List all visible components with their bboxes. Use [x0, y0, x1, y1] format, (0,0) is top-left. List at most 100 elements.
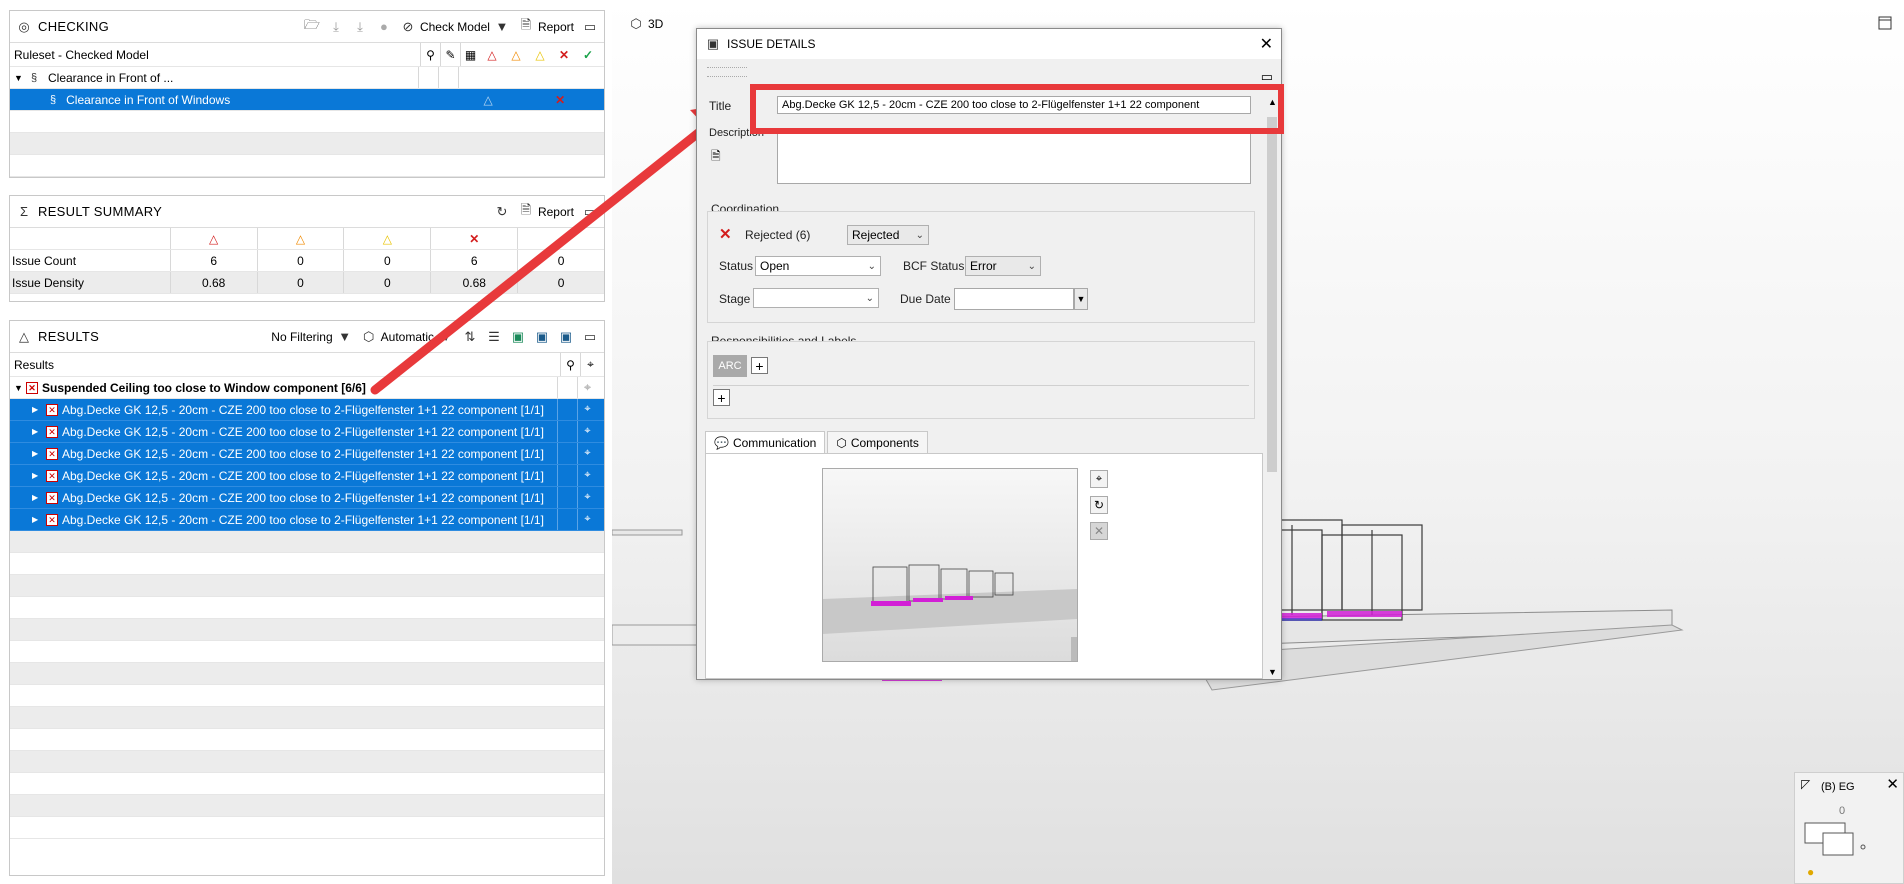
check-model-button[interactable]: ⊘ Check Model ▼ — [400, 19, 510, 35]
description-doc-icon[interactable]: 🗎 — [711, 147, 721, 168]
refresh-icon[interactable]: ↻ — [1090, 496, 1108, 514]
3d-tab[interactable]: ⬡ 3D — [628, 16, 663, 32]
result-item-row[interactable]: ▶ ✕ Abg.Decke GK 12,5 - 20cm - CZE 200 too… — [10, 443, 604, 465]
approved-check-icon[interactable]: ✓ — [576, 48, 600, 62]
viewpoint-icon[interactable]: ⌖ — [577, 465, 597, 486]
issue-icon: ▣ — [706, 36, 720, 51]
result-item-row[interactable]: ▶ ✕ Abg.Decke GK 12,5 - 20cm - CZE 200 too… — [10, 487, 604, 509]
major-triangle-icon[interactable]: △ — [504, 48, 528, 62]
description-textarea[interactable] — [777, 132, 1251, 184]
clipboard-icon[interactable]: ▣ — [510, 329, 526, 345]
expand-arrow-icon[interactable]: ▶ — [32, 405, 46, 414]
result-summary-panel: Σ RESULT SUMMARY ↻ 🗎 Report ▭ △ △ △ ✕ ✓ … — [9, 195, 605, 302]
result-item-row[interactable]: ▶ ✕ Abg.Decke GK 12,5 - 20cm - CZE 200 too… — [10, 509, 604, 531]
wrench-icon[interactable]: ✎ — [440, 43, 460, 66]
filter-dropdown[interactable]: No Filtering ▼ — [271, 329, 352, 345]
viewpoint-icon[interactable]: ⌖ — [577, 399, 597, 420]
results-group-row[interactable]: ▼ ✕ Suspended Ceiling too close to Windo… — [10, 377, 604, 399]
collapse-arrow-icon[interactable]: ▼ — [14, 73, 26, 83]
dropdown-arrow-icon[interactable]: ▼ — [494, 19, 510, 35]
scroll-down-icon[interactable]: ▼ — [1268, 667, 1277, 677]
critical-triangle-icon[interactable]: △ — [480, 48, 504, 62]
responsibilities-group — [707, 341, 1255, 419]
viewpoint-icon[interactable]: ⌖ — [577, 421, 597, 442]
tab-components[interactable]: ⬡ Components — [827, 431, 928, 453]
tab-communication[interactable]: 💬 Communication — [705, 431, 826, 453]
add-responsibility-icon[interactable]: + — [751, 357, 768, 374]
issue-count-row: Issue Count 6 0 0 6 0 — [10, 250, 604, 272]
delete-icon[interactable]: ✕ — [1090, 522, 1108, 540]
download-icon[interactable]: ⤓ — [328, 19, 344, 35]
clipboard-third-icon[interactable]: ▣ — [558, 329, 574, 345]
dialog-scrollbar[interactable]: ▲ ▼ — [1265, 95, 1279, 679]
expand-arrow-icon[interactable]: ▶ — [32, 515, 46, 524]
ruleset-group-row[interactable]: ▼ § Clearance in Front of ... — [10, 67, 604, 89]
list-icon[interactable]: ☰ — [486, 329, 502, 345]
result-item-row[interactable]: ▶ ✕ Abg.Decke GK 12,5 - 20cm - CZE 200 too… — [10, 465, 604, 487]
minor-triangle-icon[interactable]: △ — [528, 48, 552, 62]
panel-layout-icon[interactable]: ▭ — [582, 329, 598, 345]
close-icon[interactable]: ✕ — [1886, 775, 1899, 793]
rejected-x-icon: ✕ — [430, 228, 517, 249]
status-select[interactable]: Open ⌄ — [755, 256, 881, 276]
rule-row-selected[interactable]: § Clearance in Front of Windows △ ✕ — [10, 89, 604, 111]
stage-select[interactable]: ⌄ — [753, 288, 879, 308]
result-item-row[interactable]: ▶ ✕ Abg.Decke GK 12,5 - 20cm - CZE 200 too… — [10, 421, 604, 443]
rejected-select[interactable]: Rejected ⌄ — [847, 225, 929, 245]
viewpoint-icon[interactable]: ⌖ — [577, 443, 597, 464]
expand-icon[interactable]: ◸ — [1801, 777, 1810, 791]
disabled-circle-icon[interactable]: ● — [376, 19, 392, 35]
column-header-row: Ruleset - Checked Model ⚲ ✎ ▦ △ △ △ ✕ ✓ — [10, 43, 604, 67]
viewpoint-icon[interactable]: ⌖ — [577, 487, 597, 508]
issue-icon: ✕ — [46, 447, 58, 460]
attachment-icon[interactable]: ⚲ — [560, 353, 580, 376]
bcf-status-select[interactable]: Error ⌄ — [965, 256, 1041, 276]
expand-arrow-icon[interactable]: ▶ — [32, 427, 46, 436]
close-icon[interactable]: ✕ — [1260, 34, 1273, 54]
minor-triangle-icon: △ — [343, 228, 430, 249]
viewpoint-icon[interactable]: ⌖ — [577, 509, 597, 530]
rejected-x-icon[interactable]: ✕ — [552, 48, 576, 62]
expand-arrow-icon[interactable]: ▶ — [32, 471, 46, 480]
sort-icon[interactable]: ⇅ — [462, 329, 478, 345]
attachment-icon[interactable]: ⚲ — [420, 43, 440, 66]
minimap[interactable]: ◸ (B) EG ✕ 0 ● — [1794, 772, 1904, 884]
floorplan-thumbnail — [1804, 822, 1866, 856]
camera-icon[interactable]: ⌖ — [580, 353, 600, 376]
due-date-input[interactable] — [954, 288, 1074, 310]
panel-layout-icon[interactable]: ▭ — [582, 19, 598, 35]
camera-view-icon[interactable]: ⌖ — [1090, 470, 1108, 488]
expand-arrow-icon[interactable]: ▶ — [32, 493, 46, 502]
critical-triangle-icon: △ — [169, 228, 257, 249]
cube-icon: ⬡ — [362, 328, 375, 344]
panel-layout-icon[interactable]: ▭ — [1261, 69, 1273, 85]
viewpoint-icon[interactable]: ⌖ — [577, 377, 597, 398]
clipboard-alt-icon[interactable]: ▣ — [534, 329, 550, 345]
communication-panel: ⌖ ↻ ✕ — [705, 453, 1263, 679]
report-icon: 🗎 — [520, 16, 532, 32]
mode-dropdown[interactable]: ⬡ Automatic ▼ — [361, 329, 454, 345]
panel-toggle-icon[interactable] — [1878, 16, 1892, 33]
panel-layout-icon[interactable]: ▭ — [582, 204, 598, 220]
viewpoint-snapshot[interactable] — [822, 468, 1078, 662]
collapse-arrow-icon[interactable]: ▼ — [14, 383, 26, 393]
report-button[interactable]: 🗎 Report — [518, 16, 574, 35]
checking-panel: ◎ CHECKING 🗁 ⤓ ⤓ ● ⊘ Check Model ▼ 🗎 Rep… — [9, 10, 605, 178]
date-picker-icon[interactable]: ▼ — [1074, 288, 1088, 310]
table-icon[interactable]: ▦ — [460, 43, 480, 66]
open-folder-icon[interactable]: 🗁 — [304, 17, 320, 35]
download-alt-icon[interactable]: ⤓ — [352, 19, 368, 35]
issue-icon: ✕ — [46, 491, 58, 504]
chat-icon: 💬 — [714, 435, 729, 450]
drag-handle[interactable] — [707, 67, 747, 77]
floor-label: (B) EG — [1821, 781, 1855, 793]
add-label-icon[interactable]: + — [713, 389, 730, 406]
checking-icon: ◎ — [18, 18, 30, 34]
refresh-icon[interactable]: ↻ — [494, 204, 510, 220]
summary-report-button[interactable]: 🗎 Report — [518, 202, 574, 220]
expand-arrow-icon[interactable]: ▶ — [32, 449, 46, 458]
result-item-row[interactable]: ▶ ✕ Abg.Decke GK 12,5 - 20cm - CZE 200 too… — [10, 399, 604, 421]
results-header: △ RESULTS No Filtering ▼ ⬡ Automatic ▼ ⇅… — [10, 321, 604, 353]
arc-tag[interactable]: ARC — [713, 355, 747, 377]
rule-icon: § — [50, 93, 57, 106]
